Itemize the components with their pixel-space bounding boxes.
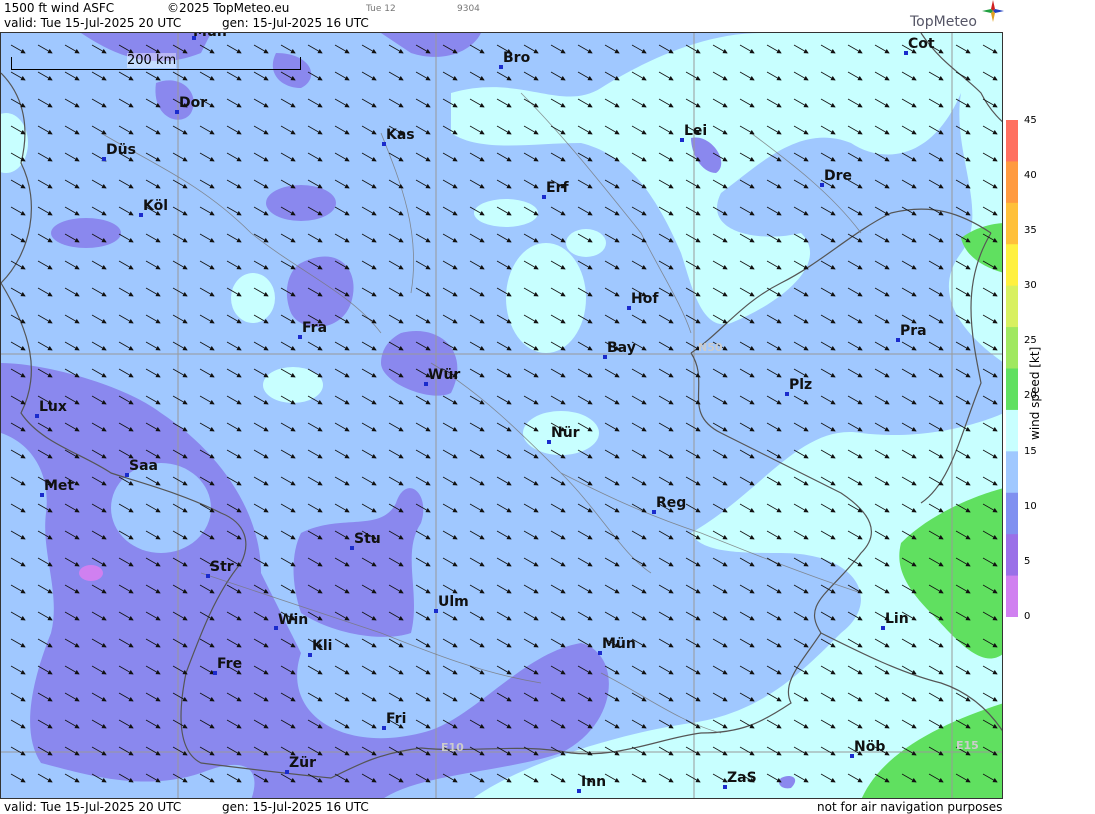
grid-label-e10: E10 [441,741,464,754]
city-label: Nür [551,425,580,441]
footer-gen: gen: 15-Jul-2025 16 UTC [222,800,369,814]
city-label: Lin [885,611,909,627]
legend-tick: 30 [1024,280,1037,291]
grid-label-n50: N50 [698,341,723,354]
city-label: Plz [789,377,813,393]
wind-field [1,33,1002,798]
city-label: Zür [289,755,317,771]
city-label: Dre [824,168,853,184]
city-label: Mün [602,636,636,652]
legend-color-band [1006,202,1018,245]
city-label: Saa [129,458,158,474]
code-label: 9304 [457,4,480,14]
scale-bar: 200 km [11,53,301,70]
copyright: ©2025 TopMeteo.eu [167,1,290,15]
logo-text: TopMeteo [910,14,977,30]
legend-tick: 45 [1024,115,1037,126]
legend-title: wind speed [kt] [1028,346,1042,440]
legend-color-band [1006,409,1018,452]
legend-tick: 10 [1024,501,1037,512]
legend-tick: 40 [1024,170,1037,181]
city-label: Köl [143,198,169,214]
topmeteo-logo: TopMeteo [910,0,1004,30]
wind-map: 200 km N50 E10 E15 Mün Bro Cot Dor Kas L… [0,32,1003,799]
city-label: Hof [631,291,659,307]
legend-color-band [1006,451,1018,494]
legend-tick: 5 [1024,556,1031,567]
legend-color-band [1006,244,1018,287]
city-label: Bro [503,50,531,66]
city-label: Lux [39,399,67,415]
legend-tick: 35 [1024,225,1037,236]
city-label: Bay [607,340,636,356]
city-label: Kli [312,638,333,654]
city-label: Dor [179,95,208,111]
city-label: Pra [900,323,927,339]
legend-color-band [1006,161,1018,204]
compass-star-icon [982,0,1004,22]
city-label: Reg [656,495,687,511]
legend-color-band [1006,327,1018,369]
legend-color-band [1006,285,1018,328]
footer-valid: valid: Tue 15-Jul-2025 20 UTC [4,800,182,814]
city-label: Win [278,612,309,628]
grid-label-e15: E15 [956,739,979,752]
city-label: Met [44,478,75,494]
disclaimer: not for air navigation purposes [817,800,1003,814]
city-label: Mün [193,32,227,40]
legend-color-band [1006,534,1018,577]
city-label: Wür [428,367,461,383]
city-label: Cot [908,36,935,52]
scale-label: 200 km [127,53,177,68]
gen-time: gen: 15-Jul-2025 16 UTC [222,16,369,30]
valid-time: valid: Tue 15-Jul-2025 20 UTC [4,16,182,30]
city-label: Stu [354,531,381,547]
city-label: Ulm [438,594,469,610]
legend-tick: 15 [1024,446,1037,457]
city-label: Düs [106,142,136,158]
city-label: Inn [581,774,607,790]
color-legend [1006,120,1018,617]
city-label: ZaS [727,770,757,786]
day-label: Tue 12 [366,4,396,14]
city-label: Str [210,559,234,575]
city-label: Fre [217,656,243,672]
legend-tick: 0 [1024,611,1031,622]
product-title: 1500 ft wind ASFC [4,1,115,15]
city-label: Fra [302,320,328,336]
legend-color-band [1006,492,1018,535]
legend-color-band [1006,575,1018,617]
city-label: Lei [684,123,708,139]
city-label: Erf [546,180,569,196]
legend-color-band [1006,120,1018,162]
city-label: Fri [386,711,407,727]
legend-tick: 25 [1024,335,1037,346]
legend-color-band [1006,368,1018,411]
city-label: Nöb [854,739,886,755]
city-label: Kas [386,127,415,143]
